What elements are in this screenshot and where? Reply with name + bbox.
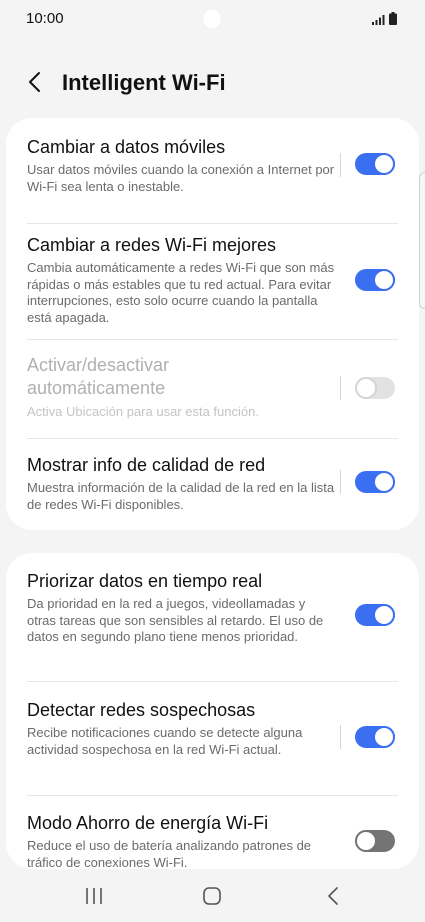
status-time: 10:00 xyxy=(26,10,64,27)
settings-card-2: Priorizar datos en tiempo real Da priori… xyxy=(6,553,419,869)
setting-title: Activar/desactivar automáticamente xyxy=(27,355,170,398)
setting-row-realtime-priority[interactable]: Priorizar datos en tiempo real Da priori… xyxy=(6,553,419,681)
toggle-better-wifi[interactable] xyxy=(355,269,395,291)
toggle-knob xyxy=(373,153,395,175)
toggle-knob xyxy=(355,377,377,399)
settings-card-1: Cambiar a datos móviles Usar datos móvil… xyxy=(6,118,419,530)
navigation-bar xyxy=(0,870,425,922)
status-icons xyxy=(372,12,397,25)
toggle-knob xyxy=(373,726,395,748)
screen: 10:00 Intelligent Wi-Fi Cambiar a datos … xyxy=(0,0,425,922)
setting-row-network-quality[interactable]: Mostrar info de calidad de red Muestra i… xyxy=(6,439,419,530)
setting-description: Recibe notificaciones cuando se detecte … xyxy=(27,725,303,757)
setting-description: Usar datos móviles cuando la conexión a … xyxy=(27,162,335,194)
vertical-separator xyxy=(340,470,341,494)
toggle-knob xyxy=(373,471,395,493)
setting-row-switch-mobile-data[interactable]: Cambiar a datos móviles Usar datos móvil… xyxy=(6,118,419,224)
toggle-wifi-power-saving[interactable] xyxy=(355,830,395,852)
back-icon[interactable] xyxy=(324,885,344,907)
toggle-switch-mobile-data[interactable] xyxy=(355,153,395,175)
setting-title: Cambiar a redes Wi-Fi mejores xyxy=(27,235,277,255)
toggle-network-quality[interactable] xyxy=(355,471,395,493)
vertical-separator xyxy=(340,376,341,400)
toggle-knob xyxy=(373,604,395,626)
vertical-separator xyxy=(340,725,341,749)
chevron-left-icon[interactable] xyxy=(24,70,48,94)
signal-icon xyxy=(372,15,385,25)
setting-row-better-wifi[interactable]: Cambiar a redes Wi-Fi mejores Cambia aut… xyxy=(6,224,419,339)
status-bar: 10:00 xyxy=(0,0,425,40)
setting-title: Detectar redes sospechosas xyxy=(27,700,256,720)
setting-row-auto-toggle: Activar/desactivar automáticamente Activ… xyxy=(6,340,419,438)
home-icon[interactable] xyxy=(202,886,222,906)
setting-description: Muestra información de la calidad de la … xyxy=(27,480,335,512)
setting-title: Cambiar a datos móviles xyxy=(27,137,226,157)
setting-title: Modo Ahorro de energía Wi-Fi xyxy=(27,813,269,833)
setting-description: Activa Ubicación para usar esta función. xyxy=(27,404,259,419)
toggle-suspicious-networks[interactable] xyxy=(355,726,395,748)
toggle-knob xyxy=(355,830,377,852)
vertical-separator xyxy=(340,153,341,177)
setting-row-suspicious-networks[interactable]: Detectar redes sospechosas Recibe notifi… xyxy=(6,682,419,795)
scrollbar[interactable] xyxy=(419,172,425,309)
setting-title: Priorizar datos en tiempo real xyxy=(27,571,263,591)
setting-description: Cambia automáticamente a redes Wi-Fi que… xyxy=(27,260,335,325)
toggle-auto-toggle xyxy=(355,377,395,399)
camera-cutout xyxy=(203,10,221,28)
app-bar: Intelligent Wi-Fi xyxy=(0,58,425,108)
toggle-realtime-priority[interactable] xyxy=(355,604,395,626)
setting-description: Da prioridad en la red a juegos, videoll… xyxy=(27,596,324,644)
battery-icon xyxy=(389,12,397,25)
page-title: Intelligent Wi-Fi xyxy=(62,70,226,95)
setting-title: Mostrar info de calidad de red xyxy=(27,455,266,475)
setting-description: Reduce el uso de batería analizando patr… xyxy=(27,838,312,869)
recent-apps-icon[interactable] xyxy=(84,886,104,906)
setting-row-wifi-power-saving[interactable]: Modo Ahorro de energía Wi-Fi Reduce el u… xyxy=(6,796,419,869)
toggle-knob xyxy=(373,269,395,291)
